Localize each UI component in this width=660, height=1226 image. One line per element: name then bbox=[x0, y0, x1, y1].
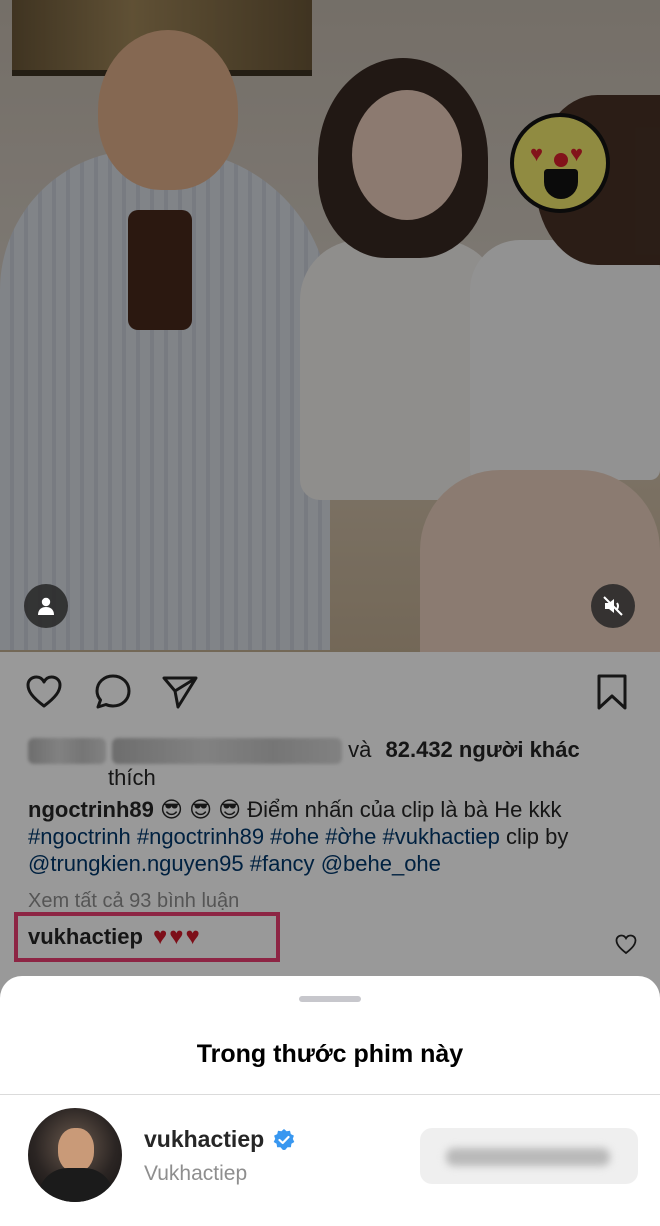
sheet-divider bbox=[0, 1094, 660, 1095]
account-username[interactable]: vukhactiep bbox=[144, 1126, 264, 1153]
blurred-button-label bbox=[446, 1148, 610, 1166]
sheet-grabber[interactable] bbox=[299, 996, 361, 1002]
mute-button[interactable] bbox=[591, 584, 635, 628]
media-dim-overlay bbox=[0, 0, 660, 652]
avatar-face bbox=[58, 1128, 94, 1172]
account-avatar[interactable] bbox=[28, 1108, 122, 1202]
tagged-users-button[interactable] bbox=[24, 584, 68, 628]
sheet-title: Trong thước phim này bbox=[196, 1040, 464, 1068]
reel-video[interactable]: ♥ ♥ bbox=[0, 0, 660, 652]
verified-badge-icon bbox=[273, 1128, 295, 1150]
speaker-muted-icon bbox=[603, 596, 623, 616]
avatar-coat bbox=[38, 1168, 114, 1202]
follow-button[interactable] bbox=[420, 1128, 638, 1184]
in-this-reel-sheet: Trong thước phim này vukhactiep Vukhacti… bbox=[0, 976, 660, 1226]
person-icon bbox=[38, 597, 54, 615]
account-username-row[interactable]: vukhactiep bbox=[144, 1126, 296, 1153]
account-full-name: Vukhactiep bbox=[144, 1162, 248, 1185]
